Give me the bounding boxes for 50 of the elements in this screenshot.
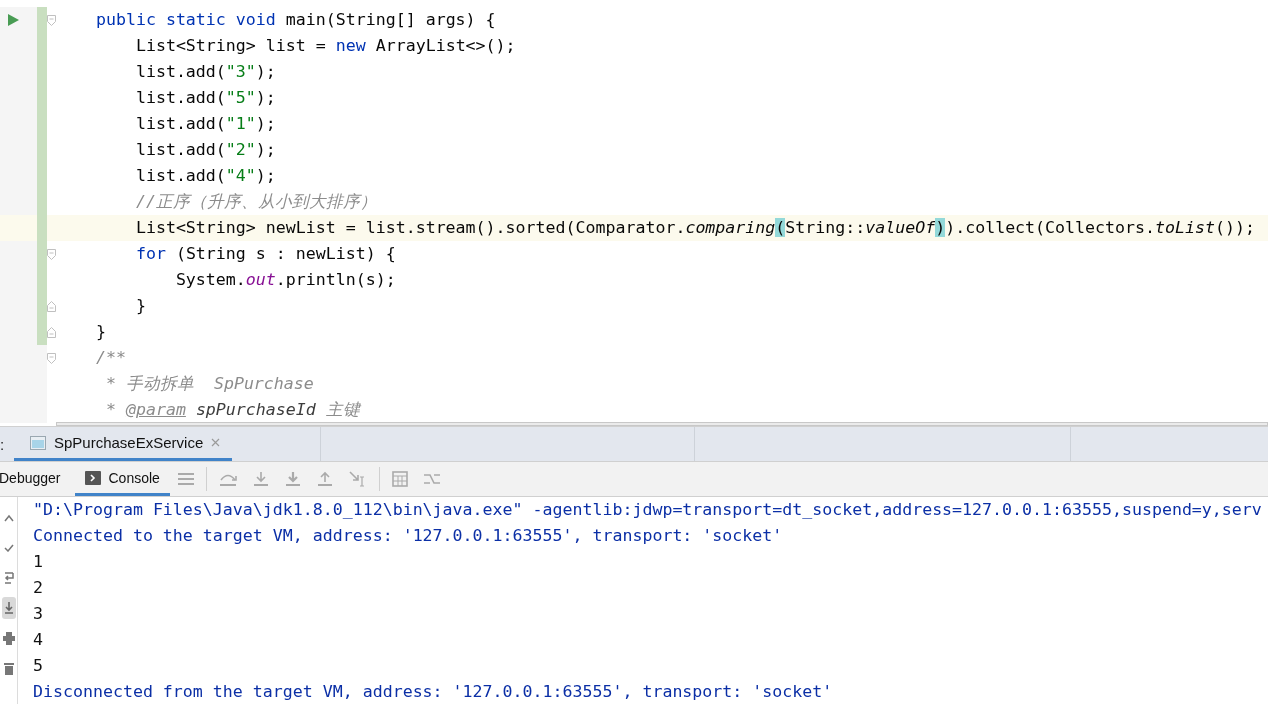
trash-icon (3, 661, 14, 675)
code-line: * @param spPurchaseId 主键 (104, 399, 360, 421)
wrap-icon (3, 571, 14, 585)
system-message: Connected to the target VM, address: '127.0.0.1:63555', transport: 'socket' (33, 525, 784, 547)
code-line: List<String> list = new ArrayList<>(); (134, 35, 516, 57)
debugger-tab[interactable]: Debugger (0, 462, 75, 496)
calculator-icon[interactable] (391, 471, 408, 487)
code-line: list.add("5"); (134, 87, 276, 109)
console-output: 1 (33, 551, 44, 573)
scroll-to-end-icon (3, 601, 14, 615)
code-line: //正序（升序、从小到大排序） (134, 191, 377, 213)
code-line: list.add("3"); (134, 61, 276, 83)
code-line: /** (94, 347, 126, 369)
code-line: System.out.println(s); (174, 269, 396, 291)
console-tab[interactable]: Console (74, 462, 170, 496)
fold-end-icon[interactable] (47, 326, 56, 338)
check-icon (3, 544, 14, 552)
code-line: list.add("2"); (134, 139, 276, 161)
fold-icon[interactable] (47, 14, 56, 26)
fold-icon[interactable] (47, 248, 56, 260)
menu-icon[interactable] (177, 472, 194, 486)
code-line: public static void main(String[] args) { (94, 9, 496, 31)
console-output: 2 (33, 577, 44, 599)
horizontal-scrollbar[interactable] (56, 422, 1268, 426)
trace-icon[interactable] (423, 472, 440, 486)
console-output: 5 (33, 655, 44, 677)
up-icon (3, 514, 14, 522)
step-out-icon[interactable] (316, 471, 333, 487)
window-icon (30, 435, 46, 450)
tool-window-label: : (0, 434, 6, 455)
step-into-icon[interactable] (252, 471, 269, 487)
run-to-cursor-icon[interactable] (348, 471, 367, 487)
scroll-end-tool-button[interactable] (1, 597, 16, 619)
run-icon[interactable] (8, 14, 19, 26)
system-message: "D:\Program Files\Java\jdk1.8.0_112\bin\java.exe" -agentlib:jdwp=transport=dt_socket,address=127.0.0.1:63555,suspend=y,serv (33, 499, 1263, 521)
code-line: * 手动拆单 SpPurchase (104, 373, 314, 395)
code-line: for (String s : newList) { (134, 243, 396, 265)
close-icon[interactable] (211, 438, 221, 447)
code-line: } (134, 295, 146, 317)
code-line: list.add("1"); (134, 113, 276, 135)
console-output: 3 (33, 603, 44, 625)
code-line: List<String> newList = list.stream().sorted(Comparator.comparing(String::valueOf)).collect(Collectors.toList()); (134, 217, 1255, 239)
console-icon (84, 470, 101, 485)
console-output: 4 (33, 629, 44, 651)
fold-end-icon[interactable] (47, 300, 56, 312)
system-message: Disconnected from the target VM, address: '127.0.0.1:63555', transport: 'socket' (33, 681, 834, 703)
fold-icon[interactable] (47, 352, 56, 364)
code-line: list.add("4"); (134, 165, 276, 187)
code-line: } (94, 321, 106, 343)
step-into-icon[interactable] (284, 471, 301, 487)
